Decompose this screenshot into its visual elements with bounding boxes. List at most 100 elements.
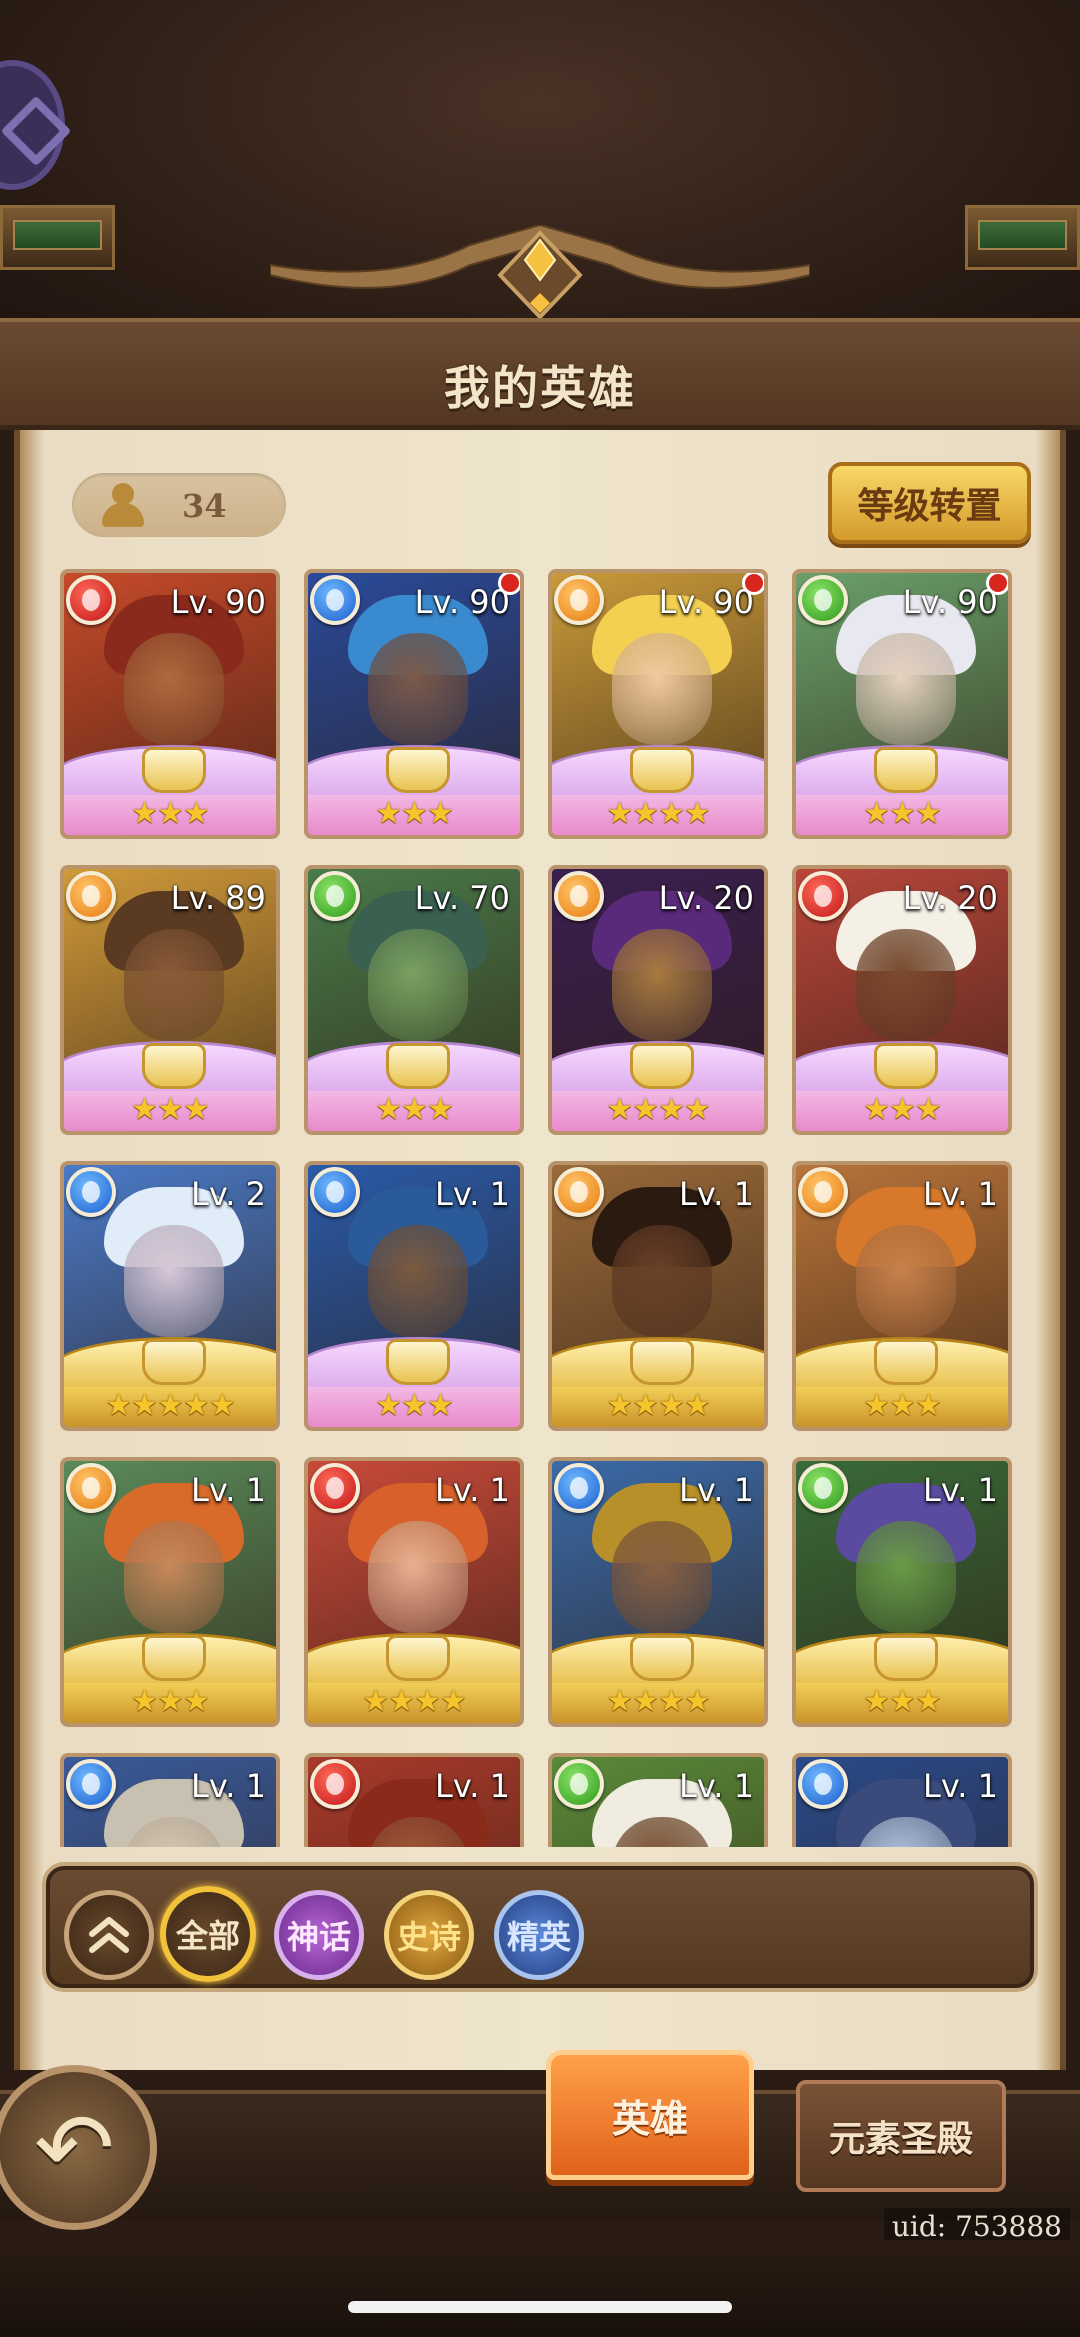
hero-card[interactable]: Lv. 1 ★★★ — [60, 1457, 280, 1727]
filter-myth-button[interactable]: 神话 — [274, 1890, 364, 1980]
hero-card[interactable]: Lv. 1 ★★★ — [792, 1457, 1012, 1727]
hero-level: Lv. 89 — [170, 879, 266, 917]
hero-face — [124, 929, 224, 1041]
water-element-icon — [310, 1167, 360, 1217]
filter-epic-button[interactable]: 史诗 — [384, 1890, 474, 1980]
hero-face — [368, 1521, 468, 1633]
hero-card[interactable]: Lv. 70 ★★★ — [304, 865, 524, 1135]
hero-card[interactable]: Lv. 2 ★★★★★ — [60, 1161, 280, 1431]
hero-face — [612, 1225, 712, 1337]
hero-level: Lv. 1 — [435, 1471, 510, 1509]
hero-card[interactable]: Lv. 20 ★★★★ — [548, 865, 768, 1135]
hero-face — [856, 1521, 956, 1633]
hero-level: Lv. 1 — [679, 1175, 754, 1213]
notification-dot — [498, 573, 520, 595]
hero-face — [124, 1225, 224, 1337]
hero-face — [612, 929, 712, 1041]
hero-stars: ★★★★★ — [105, 1388, 235, 1423]
crown-crest-icon — [142, 1339, 206, 1385]
footer-background — [0, 2240, 1080, 2337]
notification-dot — [986, 573, 1008, 595]
tab-element-temple[interactable]: 元素圣殿 — [796, 2080, 1006, 2192]
water-element-icon — [310, 575, 360, 625]
water-element-icon — [798, 1759, 848, 1809]
hero-level: Lv. 2 — [191, 1175, 266, 1213]
chevron-double-up-icon — [89, 1917, 129, 1953]
hero-card[interactable]: Lv. 20 ★★★ — [792, 865, 1012, 1135]
hero-level: Lv. 1 — [679, 1471, 754, 1509]
hero-card[interactable]: Lv. 1 — [304, 1753, 524, 1847]
hero-card[interactable]: Lv. 1 ★★★ — [304, 1161, 524, 1431]
hero-card[interactable]: Lv. 90 ★★★ — [60, 569, 280, 839]
hero-card[interactable]: Lv. 1 — [60, 1753, 280, 1847]
hero-face — [368, 929, 468, 1041]
hero-card[interactable]: Lv. 90 ★★★ — [304, 569, 524, 839]
level-reset-button[interactable]: 等级转置 — [828, 462, 1031, 544]
crown-crest-icon — [874, 1043, 938, 1089]
hero-stars: ★★★ — [863, 1092, 942, 1127]
hero-face — [856, 1225, 956, 1337]
crown-crest-icon — [874, 1339, 938, 1385]
collapse-filter-button[interactable] — [64, 1890, 154, 1980]
hero-level: Lv. 20 — [658, 879, 754, 917]
right-pillar-decoration — [965, 205, 1080, 270]
crown-crest-icon — [630, 1339, 694, 1385]
fire-element-icon — [310, 1759, 360, 1809]
filter-all-button[interactable]: 全部 — [160, 1886, 256, 1982]
hero-stars: ★★★ — [863, 1388, 942, 1423]
hero-level: Lv. 90 — [170, 583, 266, 621]
filter-elite-button[interactable]: 精英 — [494, 1890, 584, 1980]
hero-card[interactable]: Lv. 1 — [548, 1753, 768, 1847]
hero-level: Lv. 90 — [414, 583, 510, 621]
hero-level: Lv. 1 — [191, 1767, 266, 1805]
light-element-icon — [66, 1463, 116, 1513]
hero-stars: ★★★★ — [606, 1092, 711, 1127]
fire-element-icon — [798, 871, 848, 921]
hero-card[interactable]: Lv. 1 ★★★ — [792, 1161, 1012, 1431]
hero-level: Lv. 1 — [191, 1471, 266, 1509]
hero-card[interactable]: Lv. 1 ★★★★ — [304, 1457, 524, 1727]
hero-card[interactable]: Lv. 90 ★★★ — [792, 569, 1012, 839]
header-ornament — [270, 225, 810, 320]
hero-card[interactable]: Lv. 1 ★★★★ — [548, 1161, 768, 1431]
hero-face — [368, 1225, 468, 1337]
hero-stars: ★★★ — [131, 796, 210, 831]
hero-stars: ★★★★ — [606, 1388, 711, 1423]
tab-hero[interactable]: 英雄 — [546, 2050, 754, 2180]
crown-crest-icon — [630, 747, 694, 793]
light-element-icon — [66, 871, 116, 921]
hero-card[interactable]: Lv. 89 ★★★ — [60, 865, 280, 1135]
notification-dot — [742, 573, 764, 595]
hero-face — [368, 633, 468, 745]
hero-card[interactable]: Lv. 1 ★★★★ — [548, 1457, 768, 1727]
hero-level: Lv. 20 — [902, 879, 998, 917]
hero-grid: Lv. 90 ★★★ Lv. 90 ★★★ Lv. 90 ★★★★ Lv. 90 ★★★ Lv.… — [60, 565, 1020, 1847]
hero-face — [856, 633, 956, 745]
person-icon — [102, 483, 144, 527]
crown-crest-icon — [386, 1635, 450, 1681]
home-indicator[interactable] — [348, 2301, 732, 2313]
hero-stars: ★★★ — [375, 1388, 454, 1423]
hero-stars: ★★★ — [131, 1684, 210, 1719]
crown-crest-icon — [874, 747, 938, 793]
hero-level: Lv. 1 — [923, 1471, 998, 1509]
hero-stars: ★★★★ — [362, 1684, 467, 1719]
hero-level: Lv. 70 — [414, 879, 510, 917]
hero-card[interactable]: Lv. 90 ★★★★ — [548, 569, 768, 839]
wind-element-icon — [798, 575, 848, 625]
wind-element-icon — [798, 1463, 848, 1513]
hero-face — [124, 633, 224, 745]
water-element-icon — [554, 1463, 604, 1513]
hero-card[interactable]: Lv. 1 — [792, 1753, 1012, 1847]
page-title: 我的英雄 — [444, 361, 636, 415]
hero-level: Lv. 1 — [435, 1175, 510, 1213]
left-pillar-decoration — [0, 205, 115, 270]
back-arrow-icon: ↶ — [34, 2091, 115, 2204]
hero-stars: ★★★ — [375, 1092, 454, 1127]
hero-count: 34 — [182, 487, 227, 525]
crown-crest-icon — [630, 1043, 694, 1089]
crown-crest-icon — [142, 1043, 206, 1089]
hero-face — [124, 1521, 224, 1633]
hero-face — [856, 929, 956, 1041]
hero-stars: ★★★ — [863, 796, 942, 831]
